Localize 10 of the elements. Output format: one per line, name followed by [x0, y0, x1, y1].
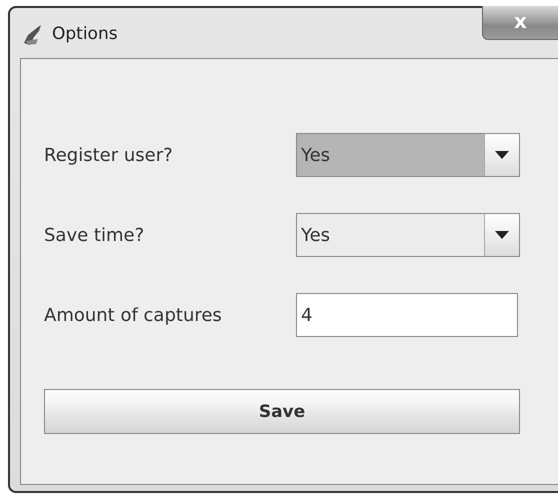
- caret-icon: [495, 231, 509, 239]
- field-label: Save time?: [44, 224, 146, 246]
- dropdown[interactable]: Yes: [296, 133, 520, 177]
- field-label: Register user?: [44, 144, 174, 166]
- dropdown[interactable]: Yes: [296, 213, 520, 257]
- field-label: Amount of captures: [44, 304, 223, 326]
- input-field[interactable]: 4: [296, 293, 518, 337]
- caret-icon: [495, 151, 509, 159]
- window-title: Options: [52, 24, 118, 44]
- save-button[interactable]: Save: [44, 389, 520, 434]
